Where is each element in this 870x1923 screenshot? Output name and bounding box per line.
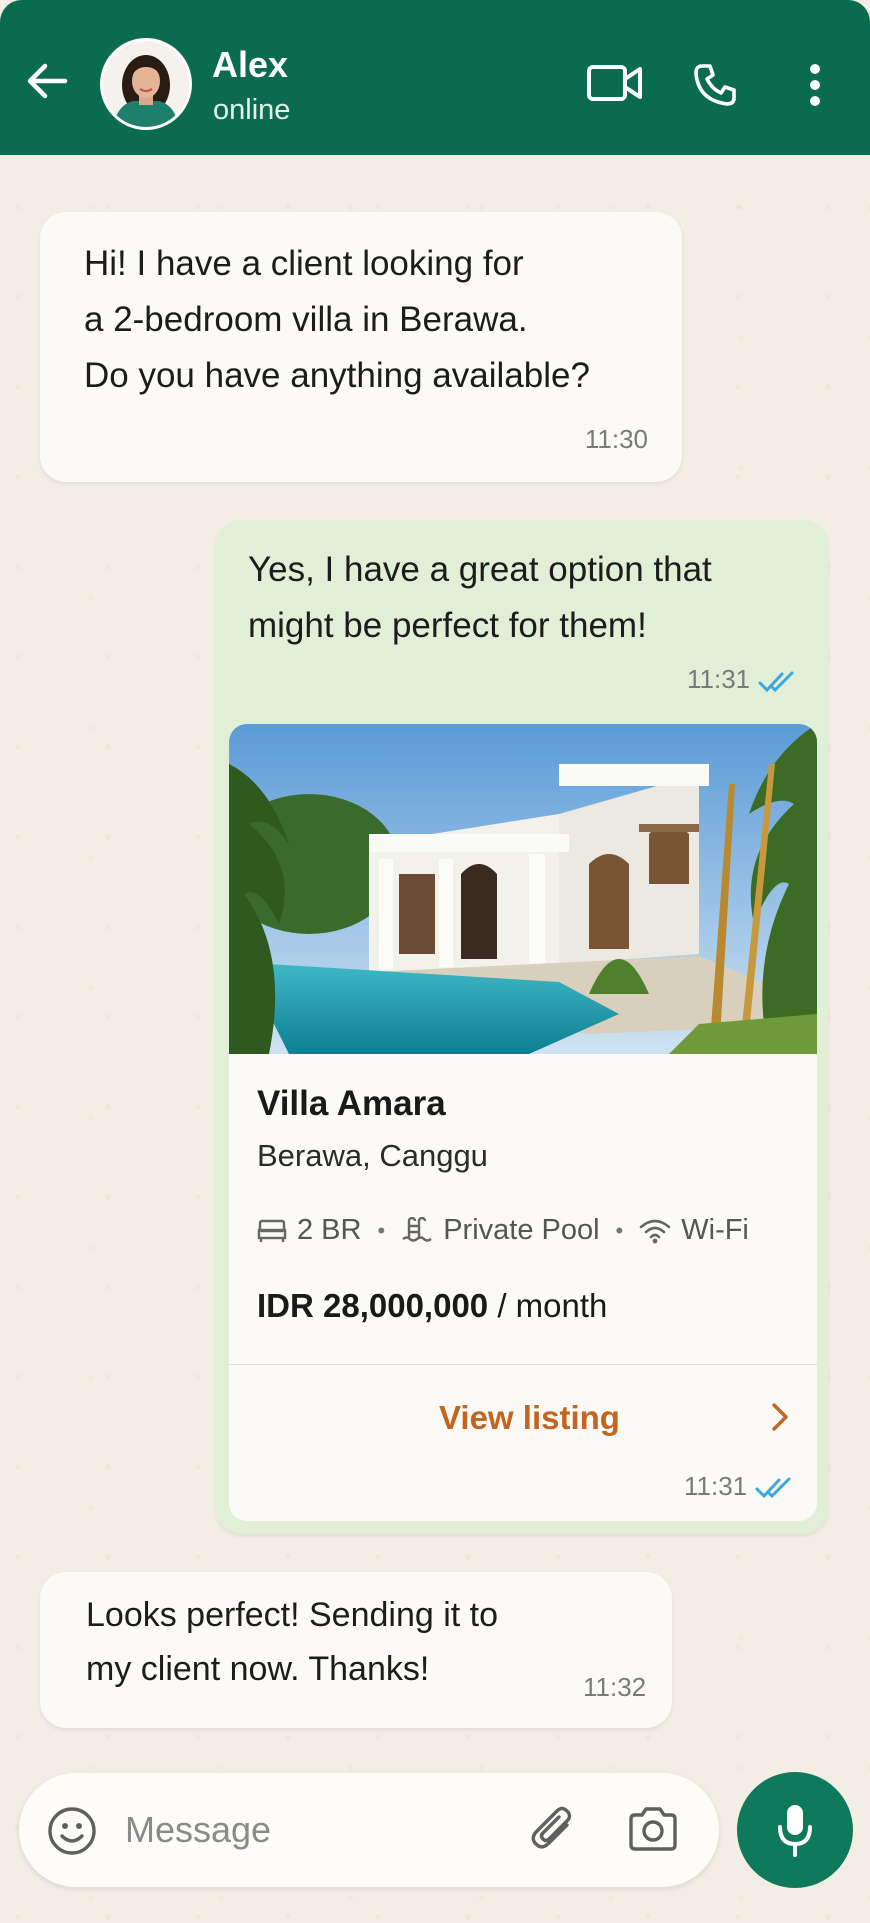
message-line: might be perfect for them!	[248, 606, 647, 645]
message-line: my client now. Thanks!	[86, 1650, 430, 1688]
separator-dot: •	[377, 1217, 386, 1243]
listing-card[interactable]: Villa Amara Berawa, Canggu 2 BR • Privat…	[229, 724, 817, 1521]
villa-photo[interactable]	[229, 724, 817, 1054]
amenity-label: 2 BR	[297, 1214, 362, 1246]
contact-status: online	[213, 94, 291, 126]
mic-icon	[778, 1805, 812, 1857]
message-line: Hi! I have a client looking for	[84, 244, 524, 283]
contact-name[interactable]: Alex	[212, 44, 288, 86]
chevron-right-icon	[771, 1402, 789, 1437]
read-ticks-icon	[755, 1476, 795, 1505]
message-line: Do you have anything available?	[84, 356, 590, 395]
message-line: a 2-bedroom villa in Berawa.	[84, 300, 528, 339]
price-suffix: / month	[497, 1287, 608, 1324]
amenity-pool: Private Pool	[401, 1214, 600, 1247]
message-time: 11:32	[583, 1672, 647, 1702]
back-arrow-icon[interactable]	[22, 56, 72, 106]
message-input[interactable]: Message	[125, 1809, 271, 1851]
amenity-bedrooms: 2 BR	[257, 1214, 361, 1247]
phone-icon[interactable]	[690, 60, 740, 110]
view-listing-button[interactable]: View listing	[229, 1364, 817, 1472]
amenity-label: Private Pool	[443, 1214, 600, 1246]
emoji-icon[interactable]	[47, 1806, 97, 1861]
listing-title: Villa Amara	[257, 1084, 446, 1123]
message-time: 11:31	[684, 1471, 748, 1501]
video-call-icon[interactable]	[586, 60, 644, 106]
amenity-wifi: Wi-Fi	[639, 1214, 749, 1247]
camera-icon[interactable]	[627, 1805, 679, 1858]
bed-icon	[257, 1219, 287, 1242]
message-bubble-incoming[interactable]: Looks perfect! Sending it to my client n…	[40, 1572, 672, 1728]
attach-icon[interactable]	[527, 1803, 581, 1862]
wifi-icon	[639, 1219, 671, 1243]
view-listing-label: View listing	[439, 1399, 620, 1436]
mic-button[interactable]	[737, 1772, 853, 1888]
read-ticks-icon	[758, 670, 798, 699]
more-vert-icon[interactable]	[800, 60, 830, 110]
amenity-label: Wi-Fi	[681, 1214, 749, 1246]
separator-dot: •	[615, 1217, 624, 1243]
chat-header: Alex online	[0, 0, 870, 155]
listing-price: IDR 28,000,000 / month	[257, 1287, 607, 1325]
message-line: Yes, I have a great option that	[248, 550, 712, 589]
message-composer: Message	[19, 1773, 719, 1887]
listing-amenities: 2 BR • Private Pool • Wi-Fi	[257, 1214, 749, 1247]
listing-location: Berawa, Canggu	[257, 1138, 488, 1173]
message-line: Looks perfect! Sending it to	[86, 1596, 499, 1634]
message-time: 11:30	[584, 424, 648, 454]
message-time: 11:31	[687, 664, 751, 694]
price-amount: IDR 28,000,000	[257, 1287, 489, 1324]
avatar[interactable]	[100, 38, 192, 130]
message-bubble-incoming[interactable]: Hi! I have a client looking for a 2-bedr…	[40, 212, 682, 482]
pool-icon	[402, 1216, 432, 1242]
